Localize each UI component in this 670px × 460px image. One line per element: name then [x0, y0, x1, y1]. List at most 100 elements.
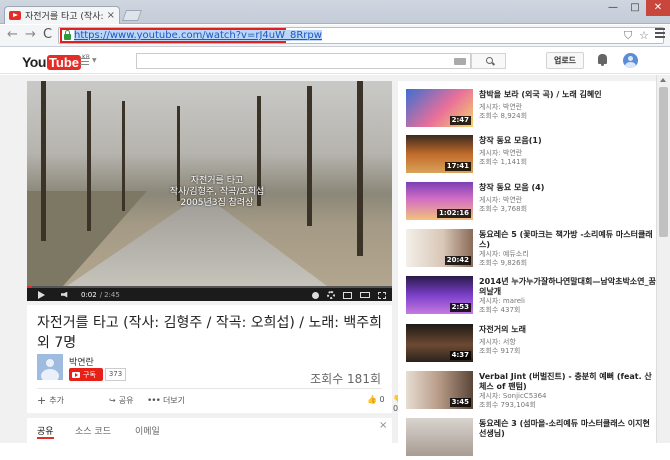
account-avatar[interactable] [623, 53, 638, 68]
player-controls: 0:02 / 2:45 [27, 288, 392, 301]
video-thumbnail[interactable]: 2:47 [406, 89, 473, 127]
search-icon [486, 57, 493, 64]
time-total: 2:45 [104, 290, 120, 299]
captions-icon[interactable] [312, 291, 319, 299]
channel-avatar[interactable] [37, 354, 63, 380]
shield-icon[interactable]: ⛉ [624, 29, 632, 42]
uploader: 게시자: 예듀소리 [479, 250, 529, 258]
miniplayer-icon[interactable] [343, 291, 352, 299]
subscriber-count: 373 [105, 368, 126, 381]
more-label: 더보기 [162, 396, 186, 405]
like-button[interactable]: 👍 0 [367, 395, 385, 404]
video-title-link[interactable]: 창작 동요 모음 (4) [479, 183, 656, 193]
list-item[interactable]: 2:53 2014년 누가누가잘하나연말대회—남악초박소연_꿈의날개 게시자: … [406, 276, 656, 318]
video-thumbnail[interactable]: 1:02:16 [406, 182, 473, 220]
scroll-up-arrow-icon[interactable] [660, 78, 666, 82]
video-title-link[interactable]: 자전거의 노래 [479, 325, 656, 335]
window-minimize-button[interactable]: — [602, 0, 624, 16]
bell-icon[interactable] [598, 54, 607, 66]
views: 조회수 9,826회 [479, 259, 528, 267]
video-title-link[interactable]: 창작 동요 모음(1) [479, 136, 656, 146]
new-tab-button[interactable] [121, 10, 143, 21]
video-thumbnail[interactable]: 4:37 [406, 324, 473, 362]
thumbs-up-icon: 👍 [367, 395, 377, 404]
duration-badge: 2:53 [449, 303, 471, 312]
close-icon[interactable]: × [379, 420, 387, 431]
share-button[interactable]: ↪ 공유 [109, 395, 133, 406]
subscribe-button[interactable]: 구독 [69, 368, 103, 381]
upload-button[interactable]: 업로드 [546, 52, 584, 69]
time-separator: / [99, 290, 103, 299]
star-icon[interactable]: ☆ [639, 29, 649, 42]
url-text[interactable]: https://www.youtube.com/watch?v=rJ4uW_8R… [74, 30, 322, 41]
page-scrollbar[interactable] [656, 75, 670, 443]
keyboard-icon[interactable] [454, 58, 466, 65]
add-to-label: 추가 [49, 396, 64, 405]
list-item[interactable]: 20:42 동요레슨 5 (꽃마크는 책가방 -소리예듀 마스터클래스) 게시자… [406, 229, 656, 271]
video-caption: 자전거를 타고 작사/김형주, 작곡/오희섭 2005년3집 참려상 [147, 176, 287, 209]
video-tree [41, 81, 46, 241]
channel-name[interactable]: 박연란 [69, 355, 94, 368]
back-arrow-icon[interactable]: ← [7, 28, 18, 42]
views: 조회수 437회 [479, 306, 521, 314]
list-item[interactable]: 2:47 참박을 보라 (외국 곡) / 노래 김혜인 게시자: 박연란 조회수… [406, 89, 656, 131]
tab-embed[interactable]: 소스 코드 [75, 424, 111, 437]
like-count: 0 [379, 395, 385, 404]
reload-icon[interactable]: C [43, 28, 52, 42]
duration-badge: 4:37 [449, 351, 471, 360]
tab-share[interactable]: 공유 [37, 424, 54, 439]
window-maximize-button[interactable]: □ [624, 0, 646, 16]
volume-icon[interactable] [61, 291, 68, 298]
video-thumbnail[interactable] [406, 418, 473, 456]
video-title-link[interactable]: 2014년 누가누가잘하나연말대회—남악초박소연_꿈의날개 [479, 277, 656, 297]
forward-arrow-icon[interactable]: → [25, 28, 36, 42]
gear-icon[interactable] [327, 291, 335, 299]
tab-email[interactable]: 이메일 [135, 424, 160, 437]
add-to-button[interactable]: + 추가 [37, 395, 64, 406]
list-item[interactable]: 1:02:16 창작 동요 모음 (4) 게시자: 박연란 조회수 3,768회 [406, 182, 656, 224]
play-icon[interactable] [38, 290, 45, 299]
hamburger-menu-icon[interactable] [655, 28, 665, 40]
chevron-down-icon[interactable]: ▼ [92, 57, 97, 64]
list-item[interactable]: 4:37 자전거의 노래 게시자: 서항 조회수 917회 [406, 324, 656, 366]
list-item[interactable]: 동요레슨 3 (섬마을-소리예듀 마스터클래스 이지현선생님) [406, 418, 656, 460]
guide-menu-icon[interactable] [80, 58, 89, 67]
search-input[interactable] [136, 53, 471, 69]
video-thumbnail[interactable]: 2:53 [406, 276, 473, 314]
uploader: 게시자: 서항 [479, 338, 516, 346]
duration-badge: 3:45 [449, 398, 471, 407]
video-title-link[interactable]: 참박을 보라 (외국 곡) / 노래 김혜인 [479, 90, 656, 100]
caption-line: 자전거를 타고 [190, 176, 244, 186]
theater-mode-icon[interactable] [360, 292, 370, 298]
share-icon: ↪ [109, 396, 116, 405]
fullscreen-icon[interactable] [378, 291, 386, 299]
address-bar[interactable]: https://www.youtube.com/watch?v=rJ4uW_8R… [58, 27, 664, 44]
duration-badge: 1:02:16 [437, 209, 471, 218]
views: 조회수 8,924회 [479, 112, 528, 120]
video-thumbnail[interactable]: 17:41 [406, 135, 473, 173]
logo-you: You [22, 54, 46, 70]
views: 조회수 3,768회 [479, 205, 528, 213]
video-thumbnail[interactable]: 20:42 [406, 229, 473, 267]
window-close-button[interactable]: ✕ [646, 0, 670, 16]
video-title: 자전거를 타고 (작사: 김형주 / 작곡: 오희섭) / 노래: 백주희 외 … [37, 315, 383, 351]
list-item[interactable]: 3:45 Verbal Jint (버벌진트) - 충분히 예뻐 (feat. … [406, 371, 656, 413]
browser-tab[interactable]: 자전거를 타고 (작사: 김형 × [4, 6, 120, 24]
video-title-link[interactable]: 동요레슨 3 (섬마을-소리예듀 마스터클래스 이지현선생님) [479, 419, 656, 439]
recommendations-sidebar: 2:47 참박을 보라 (외국 곡) / 노래 김혜인 게시자: 박연란 조회수… [398, 81, 656, 456]
more-button[interactable]: ••• 더보기 [147, 395, 185, 406]
scrollbar-thumb[interactable] [659, 87, 668, 237]
video-tree [307, 86, 312, 226]
video-title-link[interactable]: Verbal Jint (버벌진트) - 충분히 예뻐 (feat. 산체스 o… [479, 372, 656, 392]
list-item[interactable]: 17:41 창작 동요 모음(1) 게시자: 박연란 조회수 1,141회 [406, 135, 656, 177]
video-title-link[interactable]: 동요레슨 5 (꽃마크는 책가방 -소리예듀 마스터클래스) [479, 230, 656, 250]
video-thumbnail[interactable]: 3:45 [406, 371, 473, 409]
uploader: 게시자: mareli [479, 297, 525, 305]
video-player[interactable]: 자전거를 타고 작사/김형주, 작곡/오희섭 2005년3집 참려상 0:02 … [27, 81, 392, 301]
search-button[interactable] [471, 53, 506, 69]
time-current: 0:02 [81, 290, 97, 299]
uploader: 게시자: 박연란 [479, 149, 523, 157]
url-highlight-box: https://www.youtube.com/watch?v=rJ4uW_8R… [60, 28, 322, 43]
views: 조회수 1,141회 [479, 158, 528, 166]
tab-close-icon[interactable]: × [107, 10, 115, 21]
